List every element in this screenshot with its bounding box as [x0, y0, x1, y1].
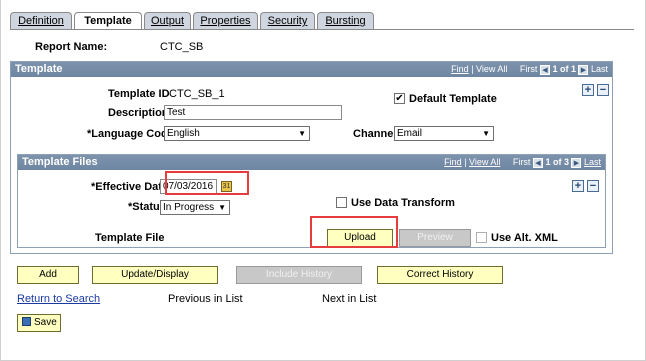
next-arrow-icon[interactable]: ▶: [571, 157, 582, 168]
template-file-label: Template File: [95, 232, 165, 244]
save-label: Save: [34, 317, 57, 328]
update-display-button[interactable]: Update/Display: [92, 266, 218, 284]
use-data-transform-label: Use Data Transform: [351, 197, 455, 209]
tab-definition[interactable]: Definition: [10, 12, 72, 29]
preview-button: Preview: [399, 229, 471, 247]
status-value: In Progress: [163, 202, 215, 213]
last-label: Last: [590, 64, 608, 74]
channel-value: Email: [397, 128, 423, 139]
chevron-down-icon: ▼: [298, 129, 306, 138]
report-name-value: CTC_SB: [160, 41, 204, 53]
description-input[interactable]: [164, 105, 342, 120]
last-link[interactable]: Last: [584, 157, 601, 167]
language-code-select[interactable]: English ▼: [164, 126, 310, 141]
view-all-link[interactable]: View All: [469, 157, 500, 167]
use-alt-xml-label: Use Alt. XML: [491, 232, 558, 244]
find-link[interactable]: Find: [451, 64, 469, 74]
channel-select[interactable]: Email ▼: [394, 126, 494, 141]
tab-security[interactable]: Security: [260, 12, 315, 29]
default-template-label: Default Template: [409, 93, 497, 105]
first-label: First: [519, 64, 538, 74]
upload-highlight: [310, 216, 398, 248]
effective-date-label: *Effective Date: [91, 181, 169, 193]
template-section-header: Template Find | View All First ◀ 1 of 1 …: [11, 62, 612, 77]
tab-output[interactable]: Output: [144, 12, 191, 29]
template-id-label: Template ID: [108, 88, 170, 100]
template-files-title: Template Files: [22, 156, 98, 168]
next-in-list-link[interactable]: Next in List: [322, 293, 376, 305]
use-alt-xml-checkbox[interactable]: [476, 232, 487, 243]
effective-date-highlight: [165, 171, 249, 195]
chevron-down-icon: ▼: [482, 129, 490, 138]
view-all-link[interactable]: View All: [476, 64, 507, 74]
correct-history-button[interactable]: Correct History: [377, 266, 503, 284]
save-button[interactable]: Save: [17, 314, 61, 332]
add-button[interactable]: Add: [17, 266, 79, 284]
row-counter: 1 of 1: [552, 64, 576, 74]
prev-arrow-icon[interactable]: ◀: [532, 157, 543, 168]
template-nav: Find | View All First ◀ 1 of 1 ▶ Last: [451, 64, 608, 75]
default-template-checkbox[interactable]: ✔: [394, 93, 405, 104]
minus-icon[interactable]: −: [587, 180, 599, 192]
template-files-nav: Find | View All First ◀ 1 of 3 ▶ Last: [444, 157, 601, 168]
next-arrow-icon[interactable]: ▶: [578, 64, 589, 75]
template-id-value: CTC_SB_1: [169, 88, 225, 100]
tab-bursting[interactable]: Bursting: [317, 12, 374, 29]
template-section-title: Template: [15, 63, 63, 75]
report-name-label: Report Name:: [35, 41, 108, 53]
plus-icon[interactable]: +: [582, 84, 594, 96]
language-code-value: English: [167, 128, 200, 139]
tab-divider: [10, 29, 634, 30]
prev-arrow-icon[interactable]: ◀: [539, 64, 550, 75]
chevron-down-icon: ▼: [216, 201, 226, 214]
tab-properties[interactable]: Properties: [193, 12, 258, 29]
status-select[interactable]: In Progress ▼: [160, 200, 230, 215]
tab-template[interactable]: Template: [74, 12, 142, 30]
minus-icon[interactable]: −: [597, 84, 609, 96]
include-history-button: Include History: [236, 266, 362, 284]
template-files-header: Template Files Find | View All First ◀ 1…: [18, 155, 605, 170]
use-data-transform-checkbox[interactable]: [336, 197, 347, 208]
channel-label: Channel: [353, 128, 397, 140]
plus-icon[interactable]: +: [572, 180, 584, 192]
return-to-search-link[interactable]: Return to Search: [17, 293, 100, 305]
first-label: First: [512, 157, 531, 167]
previous-in-list-link[interactable]: Previous in List: [168, 293, 243, 305]
language-code-label: *Language Code: [87, 128, 174, 140]
description-label: Description: [108, 107, 169, 119]
save-icon: [22, 317, 31, 326]
find-link[interactable]: Find: [444, 157, 462, 167]
row-counter: 1 of 3: [545, 157, 569, 167]
